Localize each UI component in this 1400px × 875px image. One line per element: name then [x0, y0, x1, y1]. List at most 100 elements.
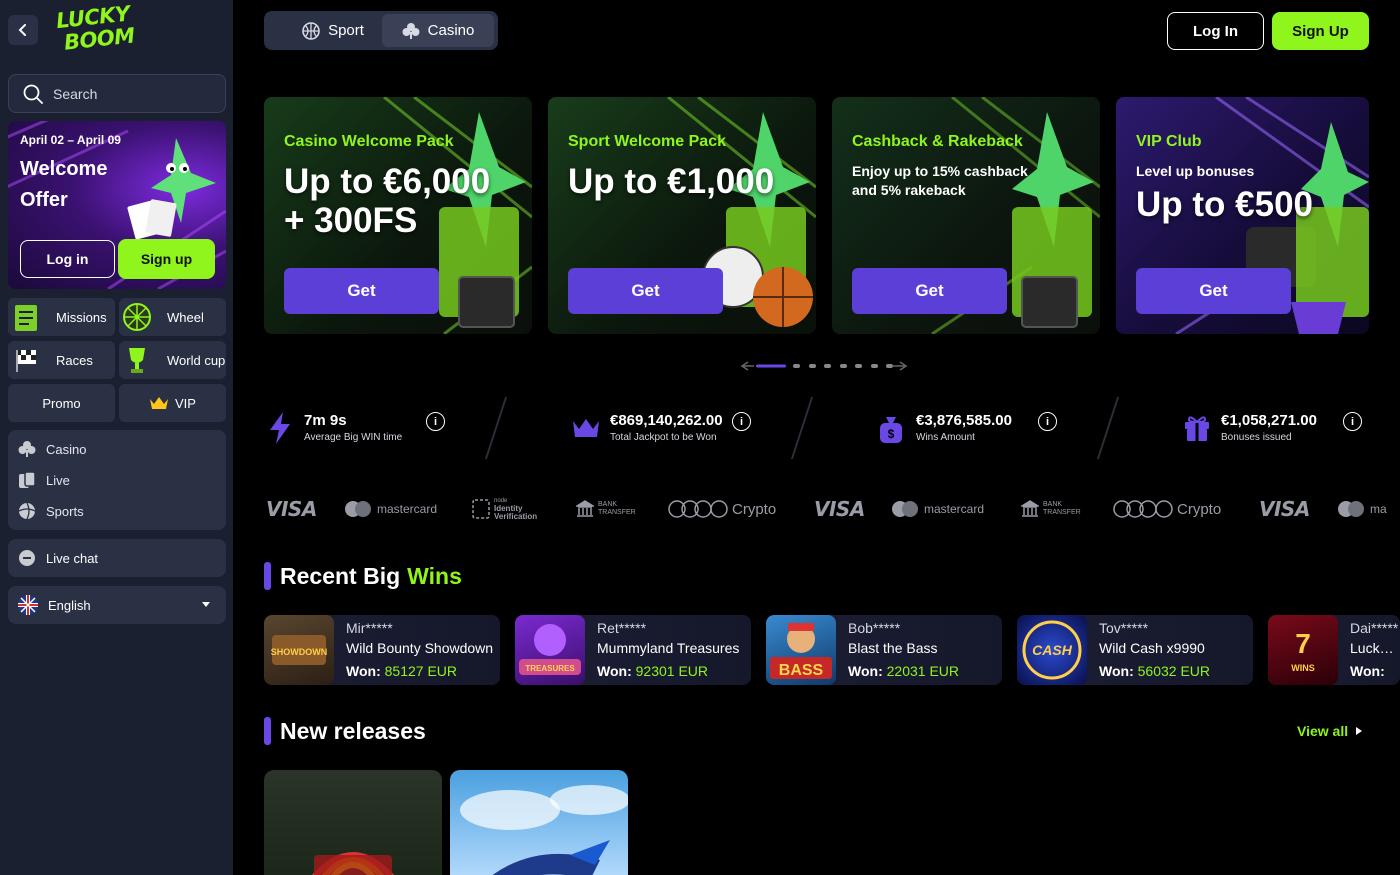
recent-wins-heading: Recent Big Wins: [264, 562, 462, 590]
new-releases-heading: New releases: [264, 717, 426, 745]
banner-1-get-button[interactable]: Get: [284, 268, 439, 314]
next-arrow-icon[interactable]: [892, 361, 908, 371]
info-icon[interactable]: i: [426, 412, 445, 431]
races-button[interactable]: Races: [8, 341, 115, 379]
mastercard-circles-icon: [1338, 501, 1364, 517]
banner-sport-welcome[interactable]: Sport Welcome Pack Up to €1,000 Get: [548, 97, 816, 334]
visa-logo: VISA: [814, 497, 865, 521]
win-game: Lucky Penny Wins: [1350, 640, 1400, 656]
win-card[interactable]: TREASURES Ret***** Mummyland Treasures W…: [515, 615, 751, 685]
identity-verification-logo: node Identity Verification: [472, 496, 546, 522]
crypto-coins-icon: [1113, 500, 1173, 518]
info-icon[interactable]: i: [1038, 412, 1057, 431]
win-amount: 92301 EUR: [635, 663, 709, 679]
carousel-dot[interactable]: [793, 364, 800, 368]
win-card[interactable]: BASS Bob***** Blast the Bass Won: 22031 …: [766, 615, 1002, 685]
game-thumbnail[interactable]: CASH: [1017, 615, 1087, 685]
banner-2-get-button[interactable]: Get: [568, 268, 723, 314]
lucky-boom-logo[interactable]: LUCKY BOOM: [55, 2, 136, 56]
banner-vip-club[interactable]: VIP Club Level up bonuses Up to €500 Get: [1116, 97, 1369, 334]
menu-label-live: Live: [46, 472, 70, 488]
banner-cashback[interactable]: Cashback & Rakeback Enjoy up to 15% cash…: [832, 97, 1100, 334]
language-select[interactable]: English: [8, 586, 226, 624]
welcome-offer-card[interactable]: April 02 – April 09 Welcome Offer Log in…: [8, 121, 226, 289]
carousel-dot[interactable]: [886, 364, 893, 368]
game-tile-art: [460, 785, 628, 875]
vip-button[interactable]: VIP: [119, 384, 226, 422]
sport-casino-switch: Sport Casino: [264, 11, 498, 50]
win-card[interactable]: SHOWDOWN Mir***** Wild Bounty Showdown W…: [264, 615, 500, 685]
carousel-dot[interactable]: [809, 364, 816, 368]
win-amount: 56032 EUR: [1137, 663, 1211, 679]
carousel-dot[interactable]: [824, 364, 831, 368]
tab-sport-label: Sport: [328, 22, 364, 39]
mastercard-logo: ma: [1337, 496, 1400, 522]
heading-accent-bar: [264, 562, 271, 590]
banner-casino-welcome[interactable]: Casino Welcome Pack Up to €6,000 + 300FS…: [264, 97, 532, 334]
live-chat-button[interactable]: Live chat: [8, 539, 226, 577]
visa-logo: VISA: [266, 497, 317, 521]
game-thumbnail[interactable]: SHOWDOWN: [264, 615, 334, 685]
thumb-text: TREASURES: [525, 664, 575, 673]
crypto-logo: Crypto: [668, 496, 776, 522]
game-thumbnail[interactable]: BASS: [766, 615, 836, 685]
prev-arrow-icon[interactable]: [740, 361, 754, 371]
carousel-dot[interactable]: [871, 364, 878, 368]
win-card[interactable]: CASH Tov***** Wild Cash x9990 Won: 56032…: [1017, 615, 1253, 685]
carousel-dot[interactable]: [840, 364, 847, 368]
stat-1-caption: Average Big WIN time: [304, 432, 403, 443]
svg-text:7: 7: [1295, 628, 1311, 659]
menu-label-casino: Casino: [46, 441, 87, 457]
banner-4-text: Level up bonuses: [1136, 163, 1255, 179]
menu-item-sports[interactable]: Sports: [18, 500, 84, 522]
world-cup-button[interactable]: World cup: [119, 341, 226, 379]
chevron-left-icon: [18, 24, 26, 36]
gift-icon: [1185, 416, 1209, 441]
caret-down-icon: [202, 602, 210, 607]
win-amount-row: Won: 22031 EUR: [848, 663, 959, 679]
promo-button[interactable]: Promo: [8, 384, 115, 422]
promo-label: Promo: [42, 395, 81, 411]
won-label: Won:: [1350, 663, 1385, 679]
carousel-pagination[interactable]: [740, 360, 910, 372]
game-thumbnail[interactable]: TREASURES: [515, 615, 585, 685]
tab-casino[interactable]: Casino: [382, 14, 494, 47]
banner-4-get-button[interactable]: Get: [1136, 268, 1291, 314]
game-thumbnail[interactable]: 7 WINS: [1268, 615, 1338, 685]
collapse-sidebar-button[interactable]: [8, 15, 38, 45]
vip-label: VIP: [175, 395, 196, 411]
stat-3-caption: Wins Amount: [916, 432, 975, 443]
carousel-dot-active[interactable]: [756, 364, 786, 368]
logo-line-2: BOOM: [62, 23, 136, 55]
search-box[interactable]: Search: [8, 74, 226, 113]
carousel-dot[interactable]: [855, 364, 862, 368]
info-icon[interactable]: i: [1343, 412, 1362, 431]
mascot-illustration: [127, 138, 216, 240]
banner-3-get-button[interactable]: Get: [852, 268, 1007, 314]
tab-sport[interactable]: Sport: [278, 14, 388, 47]
banner-3-subtitle: Cashback & Rakeback: [852, 133, 1023, 150]
app-root: LUCKY BOOM Search April 02 – April 09 We…: [0, 0, 1400, 875]
divider: [790, 397, 814, 459]
promo-signup-button[interactable]: Sign up: [118, 239, 215, 279]
win-card[interactable]: 7 WINS Dai***** Lucky Penny Wins Won:: [1268, 615, 1400, 685]
identity-label: Identity Verification: [494, 504, 538, 521]
promo-login-button[interactable]: Log in: [20, 240, 115, 278]
win-user: Mir*****: [346, 620, 393, 636]
game-tile[interactable]: [264, 770, 442, 875]
wheel-button[interactable]: Wheel: [119, 298, 226, 336]
stat-wins-amount: $ €3,876,585.00 Wins Amount i: [878, 408, 1058, 448]
stat-3-value: €3,876,585.00: [916, 412, 1012, 429]
won-label: Won:: [597, 663, 632, 679]
signup-button[interactable]: Sign Up: [1272, 12, 1369, 50]
missions-button[interactable]: Missions: [8, 298, 115, 336]
race-flag-icon: [8, 341, 44, 379]
menu-item-casino[interactable]: Casino: [18, 438, 86, 460]
login-button[interactable]: Log In: [1167, 12, 1264, 50]
game-tile[interactable]: [450, 770, 628, 875]
info-icon[interactable]: i: [732, 412, 751, 431]
mastercard-circles-icon: [345, 501, 371, 517]
menu-item-live[interactable]: Live: [18, 469, 70, 491]
language-label: English: [48, 597, 91, 613]
view-all-link[interactable]: View all: [1297, 723, 1363, 739]
